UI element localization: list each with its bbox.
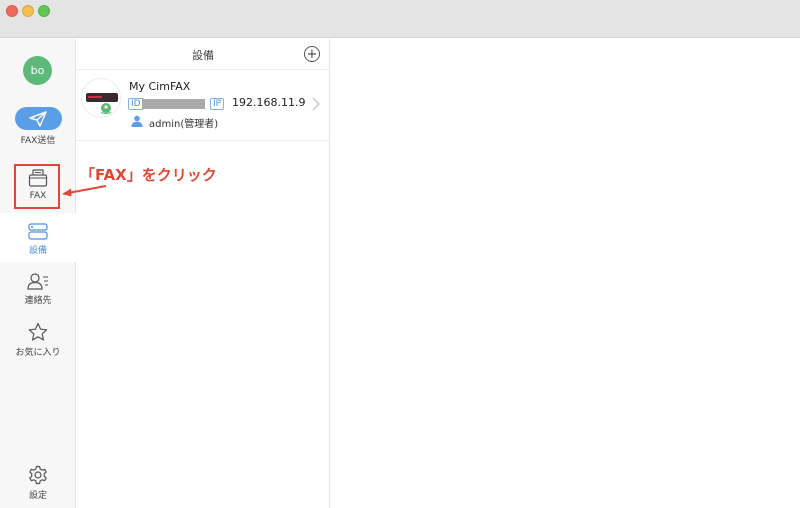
paper-plane-icon [29, 110, 47, 127]
device-user: admin(管理者) [149, 119, 219, 130]
star-icon [28, 322, 48, 341]
sidebar-item-devices[interactable]: 設備 [0, 213, 76, 262]
sidebar-item-favorites[interactable]: お気に入り [0, 322, 76, 362]
sidebar-item-label: 設備 [28, 246, 47, 256]
zoom-window-button[interactable] [38, 5, 50, 17]
device-name: My CimFAX [129, 80, 191, 93]
panel-header: 設備 + [76, 39, 330, 70]
plus-icon: + [306, 46, 318, 62]
ip-tag: IP [210, 98, 225, 110]
panel-title: 設備 [192, 49, 214, 62]
minimize-window-button[interactable] [22, 5, 34, 17]
avatar[interactable]: bo [23, 56, 52, 85]
user-icon [131, 115, 143, 127]
redacted-device-id [142, 99, 205, 109]
sidebar-item-label: FAX送信 [20, 136, 56, 146]
sidebar-item-label: 設定 [28, 491, 47, 501]
annotation-arrow-icon [62, 185, 107, 197]
device-list-panel: 設備 + My CimFAX ID IP 192.168.11.9 admin(… [76, 39, 330, 508]
sidebar-item-contacts[interactable]: 連絡先 [0, 272, 76, 312]
send-fax-button[interactable] [14, 107, 62, 130]
device-icon [28, 223, 48, 240]
sidebar-item-settings[interactable]: 設定 [0, 465, 76, 505]
contact-icon [27, 273, 48, 290]
device-list-item[interactable]: My CimFAX ID IP 192.168.11.9 admin(管理者) [76, 71, 330, 141]
device-ip-address: 192.168.11.9 [232, 96, 306, 109]
add-device-button[interactable]: + [304, 46, 320, 62]
main-content-area [331, 39, 800, 508]
sidebar-item-label: 連絡先 [24, 296, 52, 306]
fax-device-thumbnail [81, 78, 121, 118]
gear-icon [29, 465, 47, 485]
close-window-button[interactable] [6, 5, 18, 17]
chevron-right-icon[interactable] [312, 97, 320, 111]
sidebar-item-send[interactable]: FAX送信 [0, 107, 76, 151]
sidebar: bo FAX送信 FAX 設備 連絡先 お気に入り 設定 [0, 39, 76, 508]
sidebar-item-label: お気に入り [15, 348, 61, 358]
title-bar [0, 0, 800, 38]
annotation-highlight-box [14, 164, 60, 209]
